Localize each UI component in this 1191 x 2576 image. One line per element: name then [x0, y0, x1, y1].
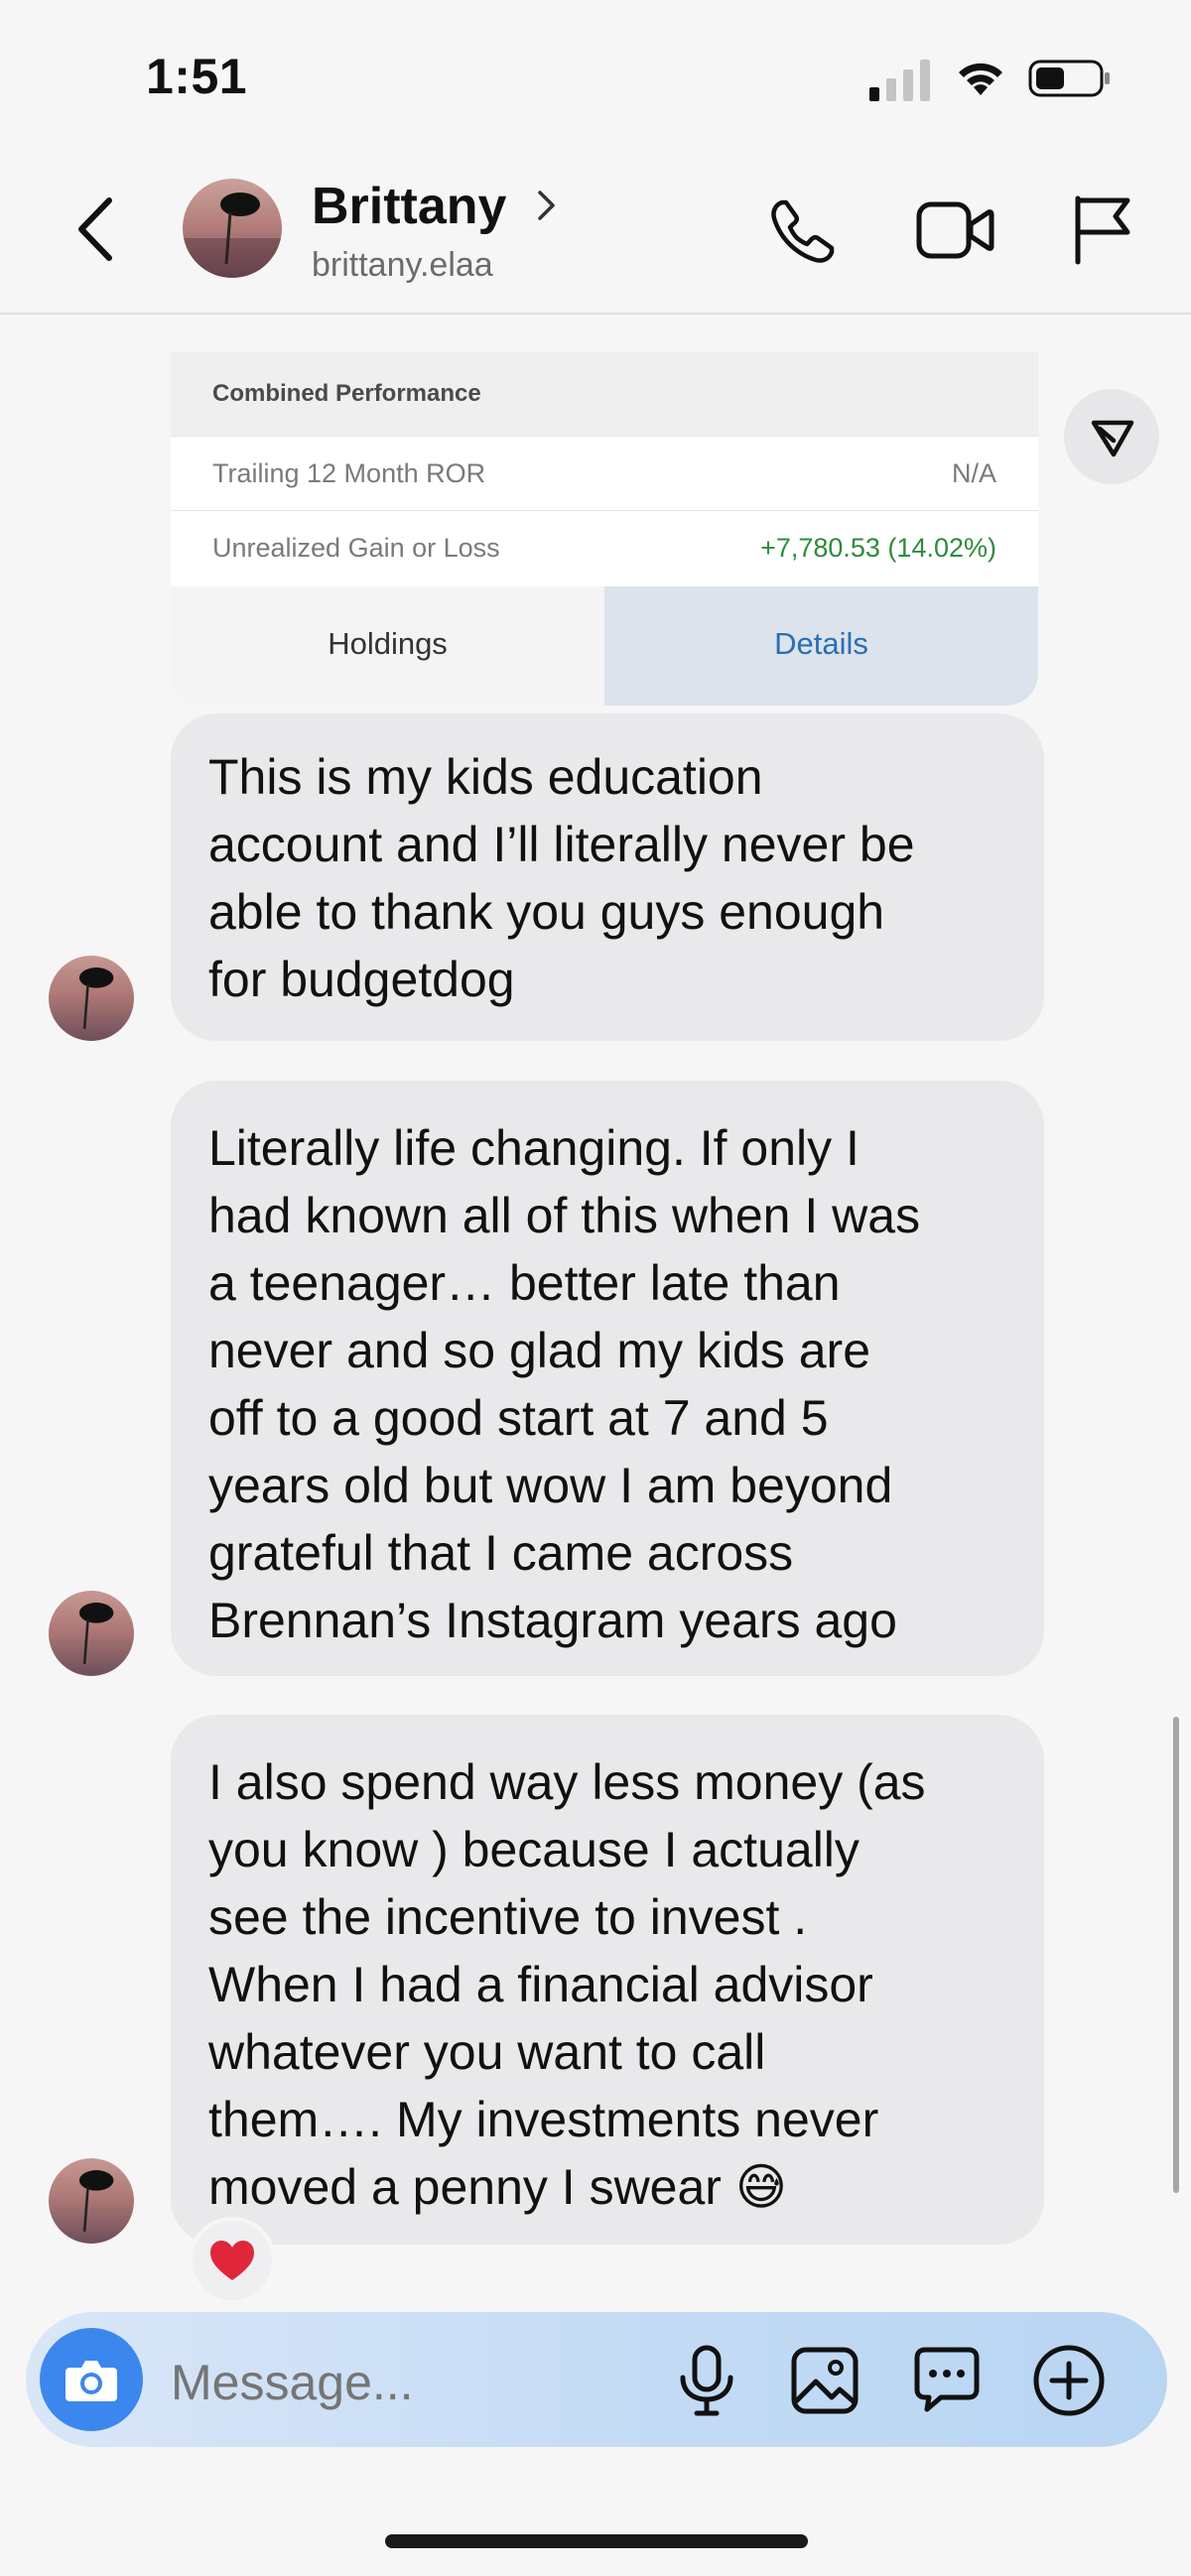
message-line: grateful that I came across [208, 1525, 794, 1581]
camera-icon [66, 2361, 117, 2401]
tab-details[interactable]: Details [604, 586, 1038, 706]
contact-name[interactable]: Brittany [312, 177, 506, 236]
sticker-chat-icon[interactable] [911, 2344, 983, 2415]
avatar-photo-icon [78, 1603, 114, 1665]
video-call-icon[interactable] [915, 198, 994, 262]
row-label: Trailing 12 Month ROR [212, 458, 486, 488]
scrollbar[interactable] [1173, 1717, 1179, 2193]
home-indicator [385, 2534, 808, 2548]
message-line: never and so glad my kids are [208, 1323, 871, 1378]
avatar-photo-icon [78, 2170, 114, 2233]
row-value: N/A [951, 458, 996, 488]
avatar-photo-icon [78, 967, 114, 1030]
cellular-signal-icon [869, 60, 930, 101]
flag-icon[interactable] [1072, 194, 1133, 266]
battery-icon [1028, 60, 1110, 97]
message-line: I also spend way less money (as [208, 1754, 926, 1810]
back-chevron-icon[interactable] [71, 194, 121, 264]
message-line: able to thank you guys enough [208, 884, 885, 940]
microphone-icon[interactable] [675, 2344, 738, 2417]
performance-row: Unrealized Gain or Loss +7,780.53 (14.02… [171, 510, 1038, 584]
message-line: see the incentive to invest . [208, 1889, 808, 1945]
tab-holdings[interactable]: Holdings [171, 586, 604, 706]
message-line: them…. My investments never [208, 2092, 879, 2147]
message-line: Literally life changing. If only I [208, 1120, 860, 1176]
message-line: Brennan’s Instagram years ago [208, 1593, 897, 1648]
status-time: 1:51 [146, 49, 248, 104]
message-line: moved a penny I swear 😅 [208, 2159, 787, 2215]
message-line: When I had a financial advisor [208, 1957, 873, 2012]
message-line: you know ) because I actually [208, 1822, 860, 1877]
sender-avatar[interactable] [49, 2158, 134, 2244]
message-line: had known all of this when I was [208, 1188, 921, 1243]
message-input[interactable] [171, 2348, 627, 2417]
tab-label: Holdings [328, 626, 448, 661]
row-label: Unrealized Gain or Loss [212, 533, 500, 563]
message-line: a teenager… better late than [208, 1255, 841, 1311]
share-button[interactable] [1064, 389, 1159, 484]
message-line: off to a good start at 7 and 5 [208, 1390, 829, 1446]
send-icon [1091, 420, 1134, 457]
performance-row: Trailing 12 Month ROR N/A [171, 436, 1038, 510]
gain-value: +7,780.53 (14.02%) [760, 533, 996, 563]
sender-avatar[interactable] [49, 1591, 134, 1676]
heart-icon [210, 2241, 254, 2280]
chevron-right-icon[interactable] [536, 187, 558, 224]
section-title: Combined Performance [212, 380, 481, 407]
message-line: for budgetdog [208, 952, 515, 1007]
message-bubble[interactable]: This is my kids education account and I’… [171, 713, 1044, 1041]
shared-account-card[interactable]: Combined Performance Trailing 12 Month R… [171, 352, 1038, 706]
message-bubble[interactable]: Literally life changing. If only I had k… [171, 1081, 1044, 1676]
sender-avatar[interactable] [49, 956, 134, 1041]
contact-avatar[interactable] [183, 179, 282, 278]
phone-call-icon[interactable] [768, 196, 838, 266]
wifi-icon [959, 63, 1002, 95]
message-line: whatever you want to call [208, 2024, 766, 2080]
message-line: account and I’ll literally never be [208, 817, 915, 872]
message-line: years old but wow I am beyond [208, 1458, 893, 1513]
gallery-icon[interactable] [790, 2346, 860, 2415]
message-bubble[interactable]: I also spend way less money (as you know… [171, 1715, 1044, 2245]
card-tabs: Holdings Details [171, 586, 1038, 706]
heart-reaction[interactable] [189, 2217, 276, 2304]
camera-button[interactable] [40, 2328, 143, 2431]
avatar-photo-icon [183, 193, 282, 278]
tab-label: Details [774, 626, 868, 661]
message-line: This is my kids education [208, 749, 763, 805]
add-plus-icon[interactable] [1032, 2344, 1106, 2417]
contact-username[interactable]: brittany.elaa [312, 246, 493, 285]
card-section-header: Combined Performance [171, 352, 1038, 436]
header-divider [0, 313, 1191, 315]
